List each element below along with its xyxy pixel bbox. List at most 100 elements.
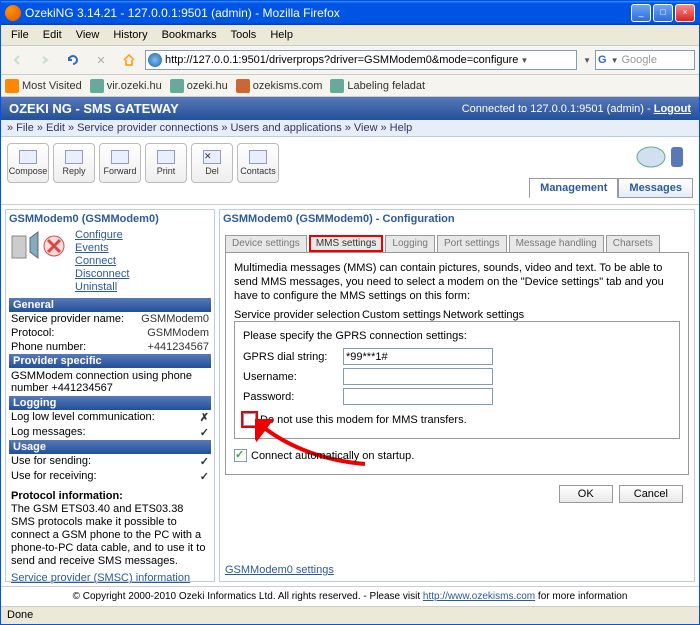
bookmark-vir[interactable]: vir.ozeki.hu: [90, 79, 162, 93]
bookmark-most-visited[interactable]: Most Visited: [5, 79, 82, 93]
page-icon: [330, 79, 344, 93]
configure-link[interactable]: Configure: [75, 229, 129, 242]
phone-value: +441234567: [148, 341, 209, 353]
menu-help[interactable]: Help: [264, 27, 299, 43]
events-link[interactable]: Events: [75, 242, 129, 255]
compose-button[interactable]: Compose: [7, 143, 49, 183]
dial-label: GPRS dial string:: [243, 351, 343, 363]
delete-button[interactable]: ✕Del: [191, 143, 233, 183]
device-icon: [9, 229, 69, 265]
menu-view[interactable]: View: [70, 27, 106, 43]
url-text: http://127.0.0.1:9501/driverprops?driver…: [165, 54, 518, 66]
tool-label: Compose: [9, 166, 48, 176]
menu-edit[interactable]: Edit: [37, 27, 68, 43]
use-send-value: ✓: [200, 455, 209, 468]
no-mms-checkbox[interactable]: [243, 413, 256, 426]
subtab-network[interactable]: Network settings: [443, 309, 524, 321]
settings-bottom-link[interactable]: GSMModem0 settings: [225, 564, 334, 576]
protocol-value: GSMModem: [147, 327, 209, 339]
ok-button[interactable]: OK: [559, 485, 613, 503]
log-low-label: Log low level communication:: [11, 411, 200, 424]
forward-button[interactable]: [33, 48, 57, 72]
password-input[interactable]: [343, 388, 493, 405]
window-title: OzekiNG 3.14.21 - 127.0.0.1:9501 (admin)…: [25, 6, 631, 20]
bookmark-sms[interactable]: ozekisms.com: [236, 79, 323, 93]
topmenu-users[interactable]: Users and applications: [230, 122, 341, 134]
contacts-button[interactable]: Contacts: [237, 143, 279, 183]
log-low-value: ✗: [200, 411, 209, 424]
tab-logging[interactable]: Logging: [385, 235, 435, 252]
menu-bookmarks[interactable]: Bookmarks: [156, 27, 223, 43]
back-button[interactable]: [5, 48, 29, 72]
tool-label: Forward: [103, 166, 136, 176]
uninstall-link[interactable]: Uninstall: [75, 281, 129, 294]
tab-mms-settings[interactable]: MMS settings: [309, 235, 384, 252]
smsc-info-link[interactable]: Service provider (SMSC) information: [11, 572, 190, 584]
username-input[interactable]: [343, 368, 493, 385]
bookmark-label: Labeling feladat: [347, 80, 425, 92]
address-bar[interactable]: http://127.0.0.1:9501/driverprops?driver…: [145, 50, 577, 70]
tab-messages[interactable]: Messages: [618, 178, 693, 198]
logout-link[interactable]: Logout: [654, 103, 691, 115]
browser-statusbar: Done: [1, 606, 699, 624]
auto-connect-checkbox[interactable]: [234, 449, 247, 462]
phone-label: Phone number:: [11, 341, 148, 353]
search-engine-dropdown-icon[interactable]: ▼: [611, 56, 619, 65]
search-bar[interactable]: G ▼ Google: [595, 50, 695, 70]
mms-intro-text: Multimedia messages (MMS) can contain pi…: [234, 261, 680, 303]
home-button[interactable]: [117, 48, 141, 72]
no-mms-label: Do not use this modem for MMS transfers.: [260, 414, 467, 426]
sidebar-title: GSMModem0 (GSMModem0): [9, 213, 211, 225]
tab-message-handling[interactable]: Message handling: [509, 235, 604, 252]
tab-management[interactable]: Management: [529, 178, 618, 198]
tab-port-settings[interactable]: Port settings: [437, 235, 507, 252]
connected-text: Connected to 127.0.0.1:9501 (admin) -: [462, 103, 654, 115]
google-icon: G: [598, 54, 607, 66]
topmenu-spc[interactable]: Service provider connections: [77, 122, 218, 134]
main-title: GSMModem0 (GSMModem0) - Configuration: [223, 213, 691, 225]
connect-link[interactable]: Connect: [75, 255, 129, 268]
log-msg-value: ✓: [200, 426, 209, 439]
cancel-button[interactable]: Cancel: [619, 485, 683, 503]
page-icon: [236, 79, 250, 93]
tab-device-settings[interactable]: Device settings: [225, 235, 307, 252]
topmenu-help[interactable]: Help: [390, 122, 413, 134]
maximize-button[interactable]: □: [653, 4, 673, 22]
footer-link[interactable]: http://www.ozekisms.com: [423, 591, 535, 602]
bookmark-labeling[interactable]: Labeling feladat: [330, 79, 425, 93]
topmenu-view[interactable]: View: [354, 122, 378, 134]
footer-text: © Copyright 2000-2010 Ozeki Informatics …: [73, 591, 423, 602]
browser-menubar: File Edit View History Bookmarks Tools H…: [1, 25, 699, 45]
reply-button[interactable]: Reply: [53, 143, 95, 183]
tab-charsets[interactable]: Charsets: [606, 235, 660, 252]
minimize-button[interactable]: _: [631, 4, 651, 22]
subtab-custom[interactable]: Custom settings: [362, 309, 441, 321]
app-title: OZEKI NG - SMS GATEWAY: [9, 101, 179, 116]
main-panel: GSMModem0 (GSMModem0) - Configuration De…: [219, 209, 695, 582]
use-recv-value: ✓: [200, 470, 209, 483]
status-text: Done: [7, 609, 33, 621]
forward-button[interactable]: Forward: [99, 143, 141, 183]
disconnect-link[interactable]: Disconnect: [75, 268, 129, 281]
reload-button[interactable]: [61, 48, 85, 72]
go-dropdown-icon[interactable]: ▼: [583, 56, 591, 65]
spn-value: GSMModem0: [141, 313, 209, 325]
topmenu-file[interactable]: File: [16, 122, 34, 134]
general-header: General: [9, 298, 211, 312]
close-button[interactable]: ×: [675, 4, 695, 22]
bookmark-ozeki[interactable]: ozeki.hu: [170, 79, 228, 93]
url-dropdown-icon[interactable]: ▼: [520, 56, 528, 65]
subtab-sp-selection[interactable]: Service provider selection: [234, 309, 360, 321]
globe-icon: [148, 53, 162, 67]
footer-tail: for more information: [535, 591, 627, 602]
bookmarks-toolbar: Most Visited vir.ozeki.hu ozeki.hu ozeki…: [1, 75, 699, 97]
topmenu-edit[interactable]: Edit: [46, 122, 65, 134]
delete-icon: ✕: [203, 150, 221, 164]
menu-file[interactable]: File: [5, 27, 35, 43]
print-button[interactable]: Print: [145, 143, 187, 183]
phone-logo-icon: [633, 143, 693, 171]
menu-tools[interactable]: Tools: [225, 27, 263, 43]
stop-button[interactable]: ✕: [89, 48, 113, 72]
menu-history[interactable]: History: [107, 27, 153, 43]
dial-input[interactable]: [343, 348, 493, 365]
